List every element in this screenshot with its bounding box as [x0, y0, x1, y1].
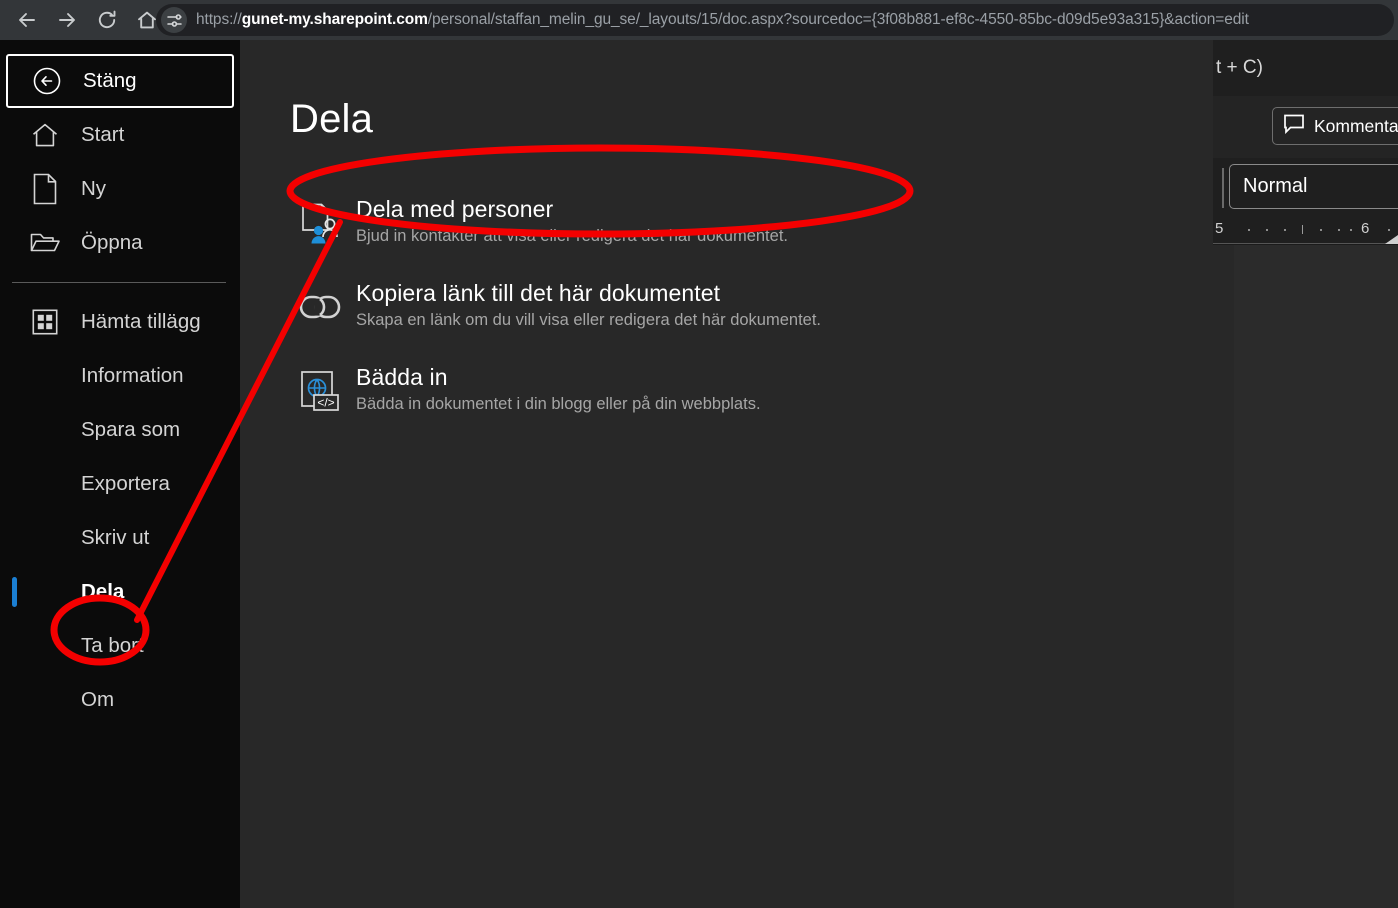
address-bar[interactable]: https://gunet-my.sharepoint.com/personal…	[156, 4, 1394, 36]
ruler-tick	[1266, 229, 1268, 231]
sidebar-item-print[interactable]: Skriv ut	[0, 511, 240, 565]
svg-text:</>: </>	[317, 396, 334, 410]
sidebar-item-info-label: Information	[81, 364, 184, 387]
ruler-label-5: 5	[1215, 220, 1224, 237]
ruler-tick	[1350, 229, 1352, 231]
sidebar-item-start[interactable]: Start	[0, 108, 240, 162]
open-folder-icon	[25, 223, 65, 263]
add-ins-grid-icon	[25, 302, 65, 342]
page-left-margin-edge	[1213, 245, 1234, 908]
tooltip-fragment-text: t + C)	[1216, 57, 1263, 78]
sidebar-item-start-label: Start	[81, 123, 125, 146]
backstage-overlay: Stäng Start Ny Öppna Hämta tillägg Infor…	[0, 40, 1213, 908]
selection-indicator	[12, 577, 17, 607]
sidebar-item-new[interactable]: Ny	[0, 162, 240, 216]
share-option-description: Bädda in dokumentet i din blogg eller på…	[356, 395, 761, 413]
sidebar-item-new-label: Ny	[81, 177, 107, 200]
ruler-tick	[1320, 229, 1322, 231]
sidebar-item-close-label: Stäng	[83, 69, 137, 92]
screen-root: t + C) Kommenta Normal 5 6 Stäng Start N…	[0, 0, 1398, 908]
reload-button[interactable]	[90, 3, 124, 37]
sidebar-item-export-label: Exportera	[81, 472, 170, 495]
sidebar-item-delete[interactable]: Ta bort	[0, 619, 240, 673]
tooltip-fragment-row: t + C)	[1213, 40, 1398, 96]
sidebar-item-get-addins[interactable]: Hämta tillägg	[0, 295, 240, 349]
sidebar-item-info[interactable]: Information	[0, 349, 240, 403]
sidebar-item-export[interactable]: Exportera	[0, 457, 240, 511]
ribbon-right-section: Kommenta	[1213, 96, 1398, 158]
sidebar-item-open-label: Öppna	[81, 231, 143, 254]
back-arrow-circle-icon	[27, 61, 67, 101]
sidebar-item-open[interactable]: Öppna	[0, 216, 240, 270]
paragraph-style-value: Normal	[1243, 175, 1308, 197]
url-host-domain: .sharepoint.com	[309, 11, 428, 28]
sidebar-item-close[interactable]: Stäng	[6, 54, 234, 108]
ruler-tick-major	[1302, 225, 1303, 234]
document-page-area	[1213, 245, 1398, 908]
sidebar-item-get-addins-label: Hämta tillägg	[81, 310, 201, 333]
comments-button-label: Kommenta	[1314, 115, 1398, 136]
share-pane: Dela Dela med personer Bjud in kontakter…	[240, 40, 1213, 908]
url-host-prefix: gunet-my	[241, 11, 310, 28]
ruler-label-6: 6	[1361, 220, 1370, 237]
link-chain-icon	[292, 279, 348, 335]
url-text[interactable]: https://gunet-my.sharepoint.com/personal…	[196, 11, 1249, 29]
home-icon	[25, 115, 65, 155]
ribbon-divider	[1222, 168, 1224, 208]
share-option-copy-link[interactable]: Kopiera länk till det här dokumentet Ska…	[292, 279, 992, 335]
sidebar-item-print-label: Skriv ut	[81, 526, 150, 549]
horizontal-ruler[interactable]: 5 6	[1213, 216, 1398, 244]
backstage-sidebar: Stäng Start Ny Öppna Hämta tillägg Infor…	[0, 40, 240, 908]
sidebar-item-share-label: Dela	[81, 580, 125, 603]
ruler-tick	[1284, 229, 1286, 231]
sidebar-item-share[interactable]: Dela	[0, 565, 240, 619]
share-option-title: Kopiera länk till det här dokumentet	[356, 280, 721, 306]
paragraph-style-combobox[interactable]: Normal	[1229, 164, 1398, 209]
ruler-tick	[1388, 229, 1390, 231]
sidebar-item-about-label: Om	[81, 688, 115, 711]
right-indent-marker[interactable]	[1385, 235, 1398, 244]
share-with-people-icon	[292, 195, 348, 251]
new-document-icon	[25, 169, 65, 209]
ruler-tick	[1248, 229, 1250, 231]
embed-code-icon: </>	[292, 363, 348, 419]
ruler-tick	[1338, 229, 1340, 231]
url-path: /personal/staffan_melin_gu_se/_layouts/1…	[427, 11, 1249, 28]
comment-bubble-icon	[1283, 114, 1305, 139]
share-option-share-with-people[interactable]: Dela med personer Bjud in kontakter att …	[292, 195, 992, 251]
site-settings-icon[interactable]	[161, 7, 187, 33]
sidebar-item-save-as-label: Spara som	[81, 418, 181, 441]
share-option-description: Skapa en länk om du vill visa eller redi…	[356, 311, 822, 329]
sidebar-item-save-as[interactable]: Spara som	[0, 403, 240, 457]
comments-button[interactable]: Kommenta	[1272, 107, 1398, 145]
browser-toolbar: https://gunet-my.sharepoint.com/personal…	[0, 0, 1398, 40]
forward-button[interactable]	[50, 3, 84, 37]
sidebar-item-delete-label: Ta bort	[81, 634, 144, 657]
back-button[interactable]	[10, 3, 44, 37]
style-gallery-row: Normal	[1213, 158, 1398, 216]
share-option-embed[interactable]: </> Bädda in Bädda in dokumentet i din b…	[292, 363, 992, 419]
word-document-window: t + C) Kommenta Normal 5 6	[1213, 40, 1398, 908]
page-title: Dela	[290, 97, 374, 141]
share-option-title: Dela med personer	[356, 196, 554, 222]
sidebar-divider	[12, 282, 226, 283]
share-option-description: Bjud in kontakter att visa eller rediger…	[356, 227, 788, 245]
share-option-title: Bädda in	[356, 364, 448, 390]
sidebar-item-about[interactable]: Om	[0, 673, 240, 727]
